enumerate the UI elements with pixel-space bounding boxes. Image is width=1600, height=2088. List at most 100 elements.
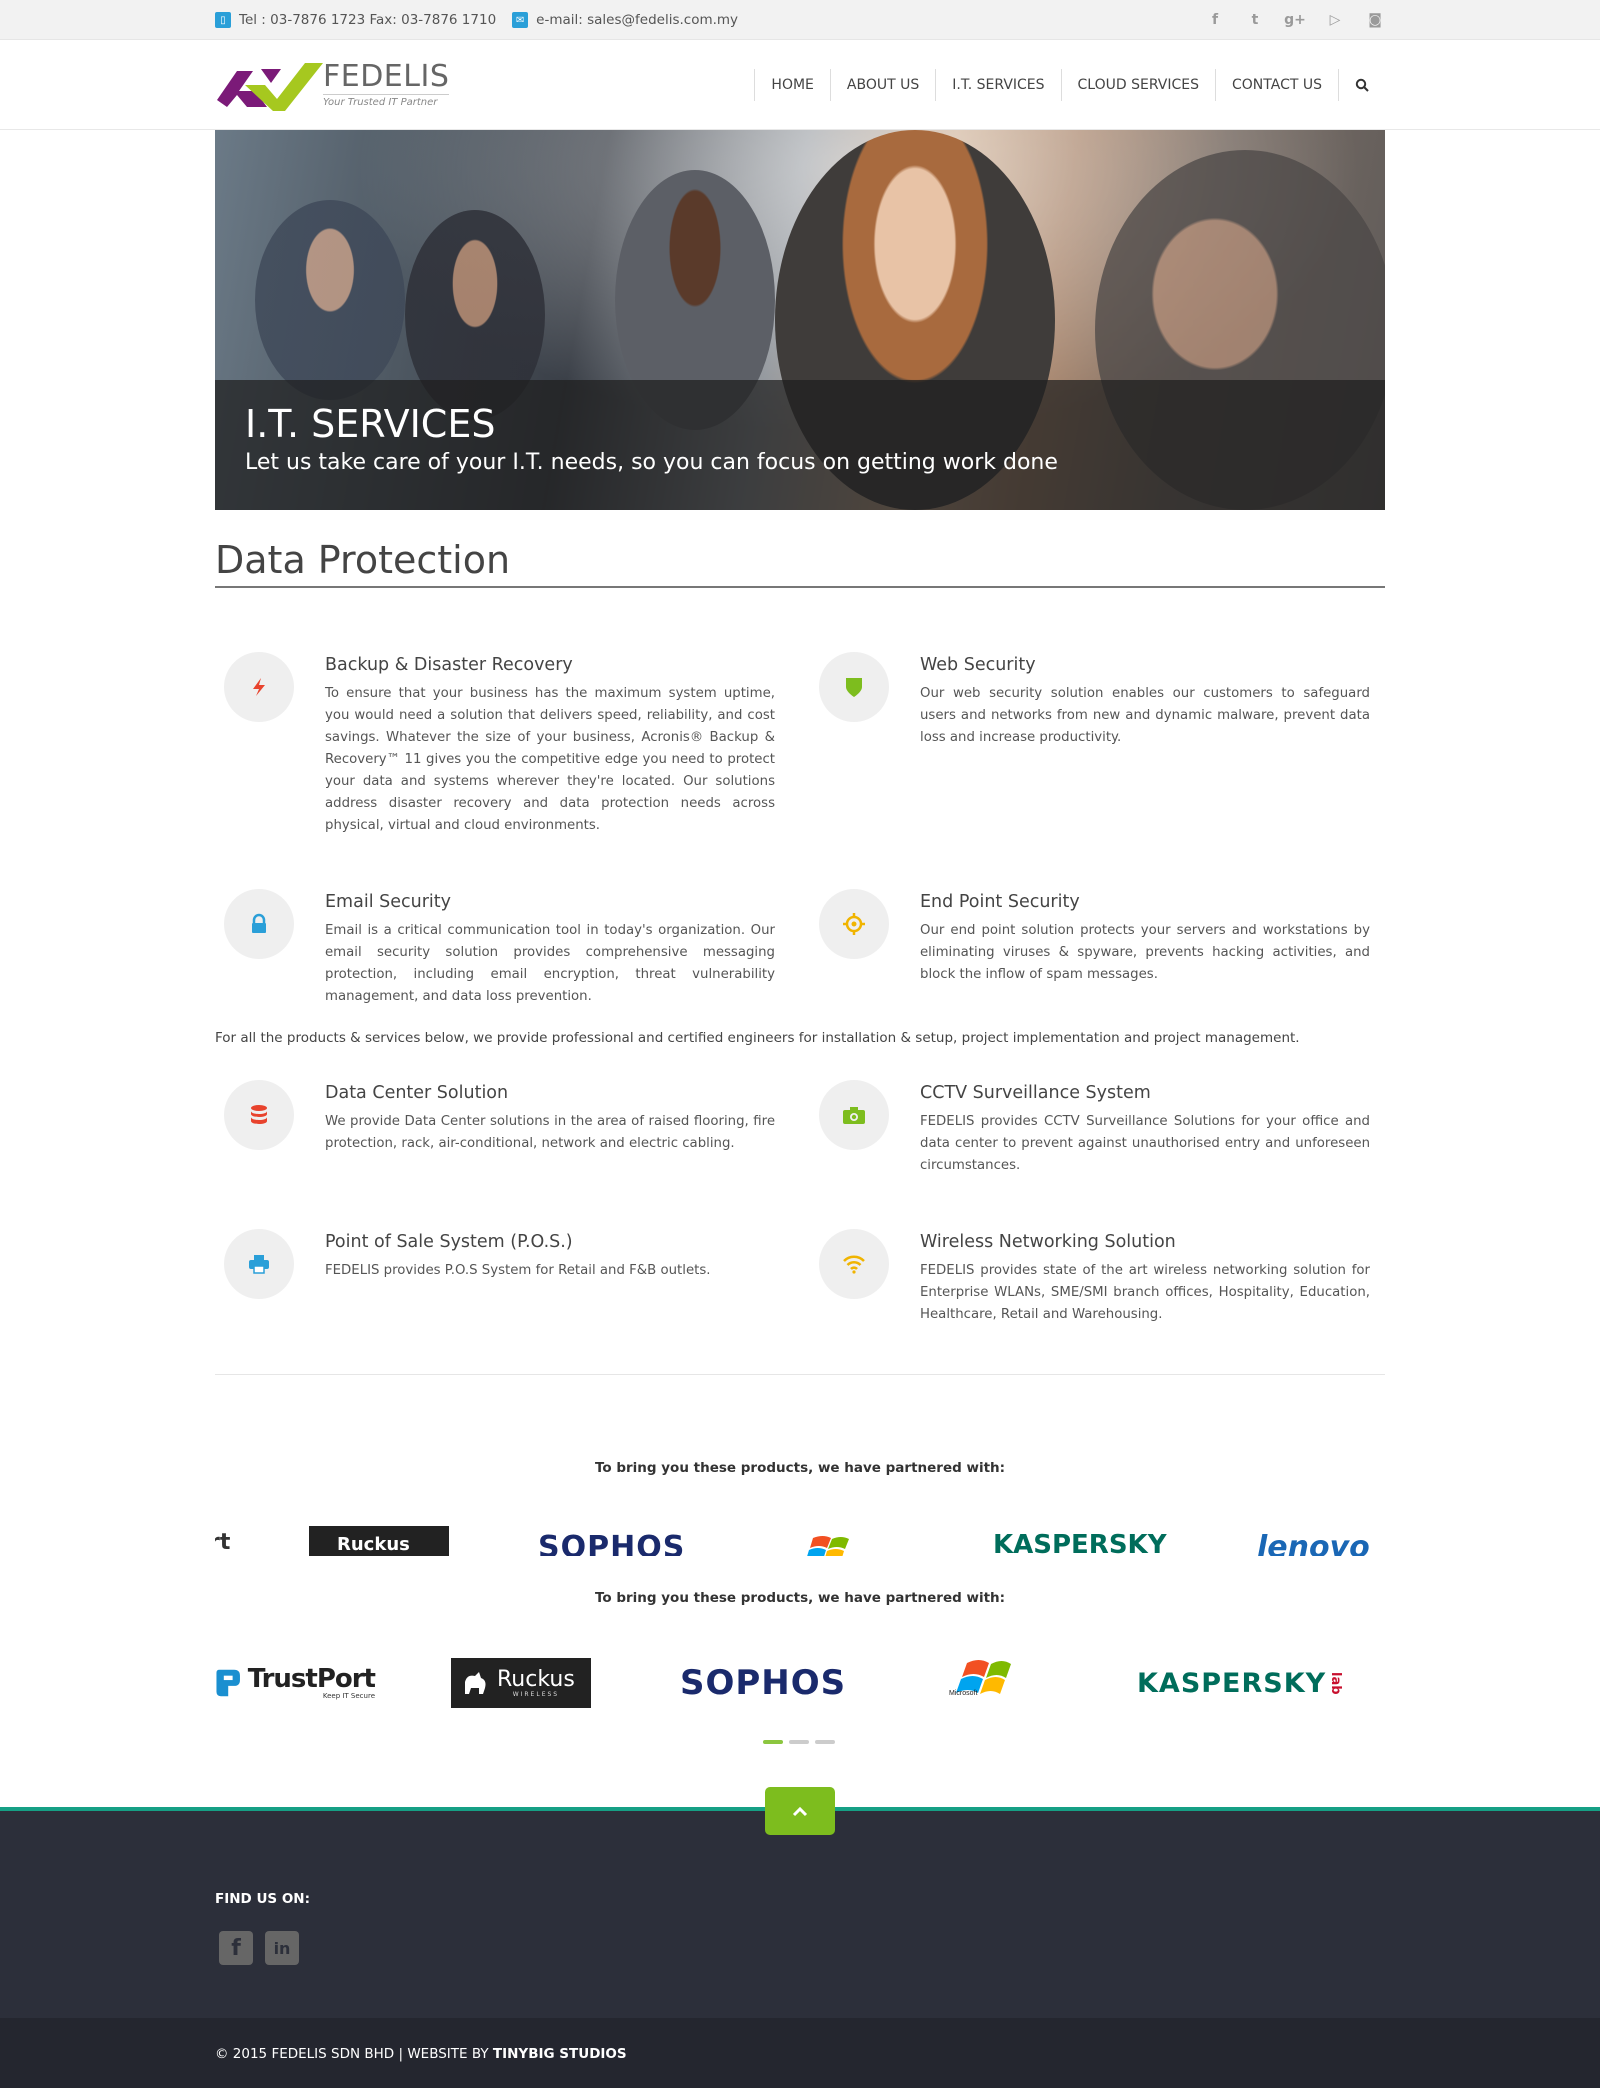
email-icon: ✉ xyxy=(512,12,529,28)
service-title: CCTV Surveillance System xyxy=(920,1083,1151,1103)
phone-info: ▯ Tel : 03-7876 1723 Fax: 03-7876 1710 xyxy=(215,12,496,28)
carousel-dot[interactable] xyxy=(763,1740,783,1744)
carousel-dot[interactable] xyxy=(789,1740,809,1744)
crosshair-icon xyxy=(819,889,889,959)
phone-text: Tel : 03-7876 1723 Fax: 03-7876 1710 xyxy=(239,12,497,28)
service-title: Wireless Networking Solution xyxy=(920,1232,1176,1252)
service-title: End Point Security xyxy=(920,892,1080,912)
ruckus-name: Ruckus xyxy=(497,1666,575,1692)
chevron-up-icon xyxy=(792,1806,808,1817)
services-note: For all the products & services below, w… xyxy=(215,1030,1300,1046)
hero-banner: I.T. SERVICES Let us take care of your I… xyxy=(215,130,1385,510)
logo-mark-icon xyxy=(217,63,323,111)
kaspersky-name: KASPERSKY xyxy=(1137,1667,1327,1699)
service-item: Backup & Disaster Recovery To ensure tha… xyxy=(215,652,775,837)
logo-tagline: Your Trusted IT Partner xyxy=(323,94,450,108)
lenovo-logo: lenovo xyxy=(1257,1530,1370,1556)
facebook-icon[interactable]: f xyxy=(219,1931,253,1965)
copyright-text: © 2015 FEDELIS SDN BHD | WEBSITE BY TINY… xyxy=(215,2046,627,2062)
service-item: Web Security Our web security solution e… xyxy=(810,652,1370,749)
service-title: Data Center Solution xyxy=(325,1083,509,1103)
lock-icon xyxy=(224,889,294,959)
service-text: We provide Data Center solutions in the … xyxy=(325,1114,775,1151)
hero-title: I.T. SERVICES xyxy=(245,402,496,446)
trustport-logo: rt xyxy=(215,1530,231,1555)
database-icon xyxy=(224,1080,294,1150)
phone-icon: ▯ xyxy=(215,12,231,28)
service-item: CCTV Surveillance System FEDELIS provide… xyxy=(810,1080,1370,1177)
sophos-logo[interactable]: SOPHOS xyxy=(680,1655,845,1711)
service-text: To ensure that your business has the max… xyxy=(325,686,775,833)
instagram-icon[interactable]: ◙ xyxy=(1365,10,1385,30)
nav-it-services[interactable]: I.T. SERVICES xyxy=(935,69,1060,101)
footer-social-links: f in xyxy=(219,1931,299,1965)
back-to-top-button[interactable] xyxy=(765,1787,835,1835)
service-title: Backup & Disaster Recovery xyxy=(325,655,573,675)
microsoft-name: Microsoft xyxy=(949,1690,977,1697)
nav-home[interactable]: HOME xyxy=(754,69,829,101)
carousel-pagination xyxy=(763,1740,835,1744)
top-bar: ▯ Tel : 03-7876 1723 Fax: 03-7876 1710 ✉… xyxy=(0,0,1600,40)
hero-caption: I.T. SERVICES Let us take care of your I… xyxy=(215,380,1385,510)
nav-cloud-services[interactable]: CLOUD SERVICES xyxy=(1060,69,1215,101)
kaspersky-logo[interactable]: KASPERSKY lab xyxy=(1137,1655,1343,1711)
kaspersky-logo: KASPERSKY xyxy=(993,1530,1167,1556)
facebook-icon[interactable]: f xyxy=(1205,10,1225,30)
sophos-logo: SOPHOS xyxy=(538,1530,686,1556)
partner-logos-carousel: TrustPort Keep IT Secure Ruckus WIRELESS… xyxy=(215,1655,1385,1715)
trustport-name: TrustPort xyxy=(247,1664,376,1694)
site-header: FEDELIS Your Trusted IT Partner HOME ABO… xyxy=(0,40,1600,130)
ruckus-logo: Ruckus xyxy=(309,1526,449,1556)
section-divider xyxy=(215,1374,1385,1375)
google-plus-icon[interactable]: g+ xyxy=(1284,10,1306,30)
hero-photo-person xyxy=(255,200,405,400)
service-text: FEDELIS provides state of the art wirele… xyxy=(920,1263,1370,1322)
copyright-bar: © 2015 FEDELIS SDN BHD | WEBSITE BY TINY… xyxy=(0,2018,1600,2088)
site-logo[interactable]: FEDELIS Your Trusted IT Partner xyxy=(215,55,450,115)
partners-heading: To bring you these products, we have par… xyxy=(594,1590,1006,1606)
trustport-logo[interactable]: TrustPort Keep IT Secure xyxy=(215,1655,376,1711)
partner-logo-strip: rt Ruckus SOPHOS KASPERSKY lenovo xyxy=(215,1522,1385,1556)
ruckus-tagline: WIRELESS xyxy=(512,1690,560,1698)
service-title: Email Security xyxy=(325,892,451,912)
twitter-icon[interactable]: t xyxy=(1245,10,1265,30)
service-text: Our web security solution enables our cu… xyxy=(920,686,1370,745)
page-title: Data Protection xyxy=(215,538,511,582)
printer-icon xyxy=(224,1229,294,1299)
camera-icon xyxy=(819,1080,889,1150)
youtube-icon[interactable]: ▷ xyxy=(1325,10,1345,30)
service-item: Point of Sale System (P.O.S.) FEDELIS pr… xyxy=(215,1229,775,1299)
shield-icon xyxy=(819,652,889,722)
nav-about-us[interactable]: ABOUT US xyxy=(829,69,935,101)
partners-heading: To bring you these products, we have par… xyxy=(594,1460,1006,1476)
logo-name: FEDELIS xyxy=(323,59,450,94)
search-icon[interactable] xyxy=(1338,69,1385,101)
service-item: Data Center Solution We provide Data Cen… xyxy=(215,1080,775,1155)
bolt-icon xyxy=(224,652,294,722)
service-title: Point of Sale System (P.O.S.) xyxy=(325,1232,573,1252)
email-info[interactable]: ✉ e-mail: sales@fedelis.com.my xyxy=(512,12,738,28)
section-heading: Data Protection xyxy=(215,538,1385,588)
service-title: Web Security xyxy=(920,655,1036,675)
studio-link[interactable]: TINYBIG STUDIOS xyxy=(493,2046,627,2062)
microsoft-logo xyxy=(805,1532,855,1556)
nav-contact-us[interactable]: CONTACT US xyxy=(1215,69,1338,101)
service-text: Email is a critical communication tool i… xyxy=(325,923,775,1004)
email-text[interactable]: e-mail: sales@fedelis.com.my xyxy=(536,12,738,28)
site-footer: FIND US ON: f in xyxy=(0,1807,1600,2018)
microsoft-logo[interactable]: Microsoft xyxy=(947,1655,1047,1711)
find-us-label: FIND US ON: xyxy=(215,1891,311,1907)
linkedin-icon[interactable]: in xyxy=(265,1931,299,1965)
service-text: FEDELIS provides CCTV Surveillance Solut… xyxy=(920,1114,1370,1173)
copyright-label: © 2015 FEDELIS SDN BHD | WEBSITE BY xyxy=(215,2046,493,2062)
social-links: f t g+ ▷ ◙ xyxy=(1205,10,1385,30)
service-text: Our end point solution protects your ser… xyxy=(920,923,1370,982)
ruckus-logo[interactable]: Ruckus WIRELESS xyxy=(451,1655,591,1711)
service-item: Email Security Email is a critical commu… xyxy=(215,889,775,1008)
carousel-dot[interactable] xyxy=(815,1740,835,1744)
kaspersky-tagline: lab xyxy=(1328,1671,1344,1695)
service-text: FEDELIS provides P.O.S System for Retail… xyxy=(325,1263,711,1278)
wifi-icon xyxy=(819,1229,889,1299)
service-item: Wireless Networking Solution FEDELIS pro… xyxy=(810,1229,1370,1326)
main-nav: HOME ABOUT US I.T. SERVICES CLOUD SERVIC… xyxy=(754,69,1385,101)
